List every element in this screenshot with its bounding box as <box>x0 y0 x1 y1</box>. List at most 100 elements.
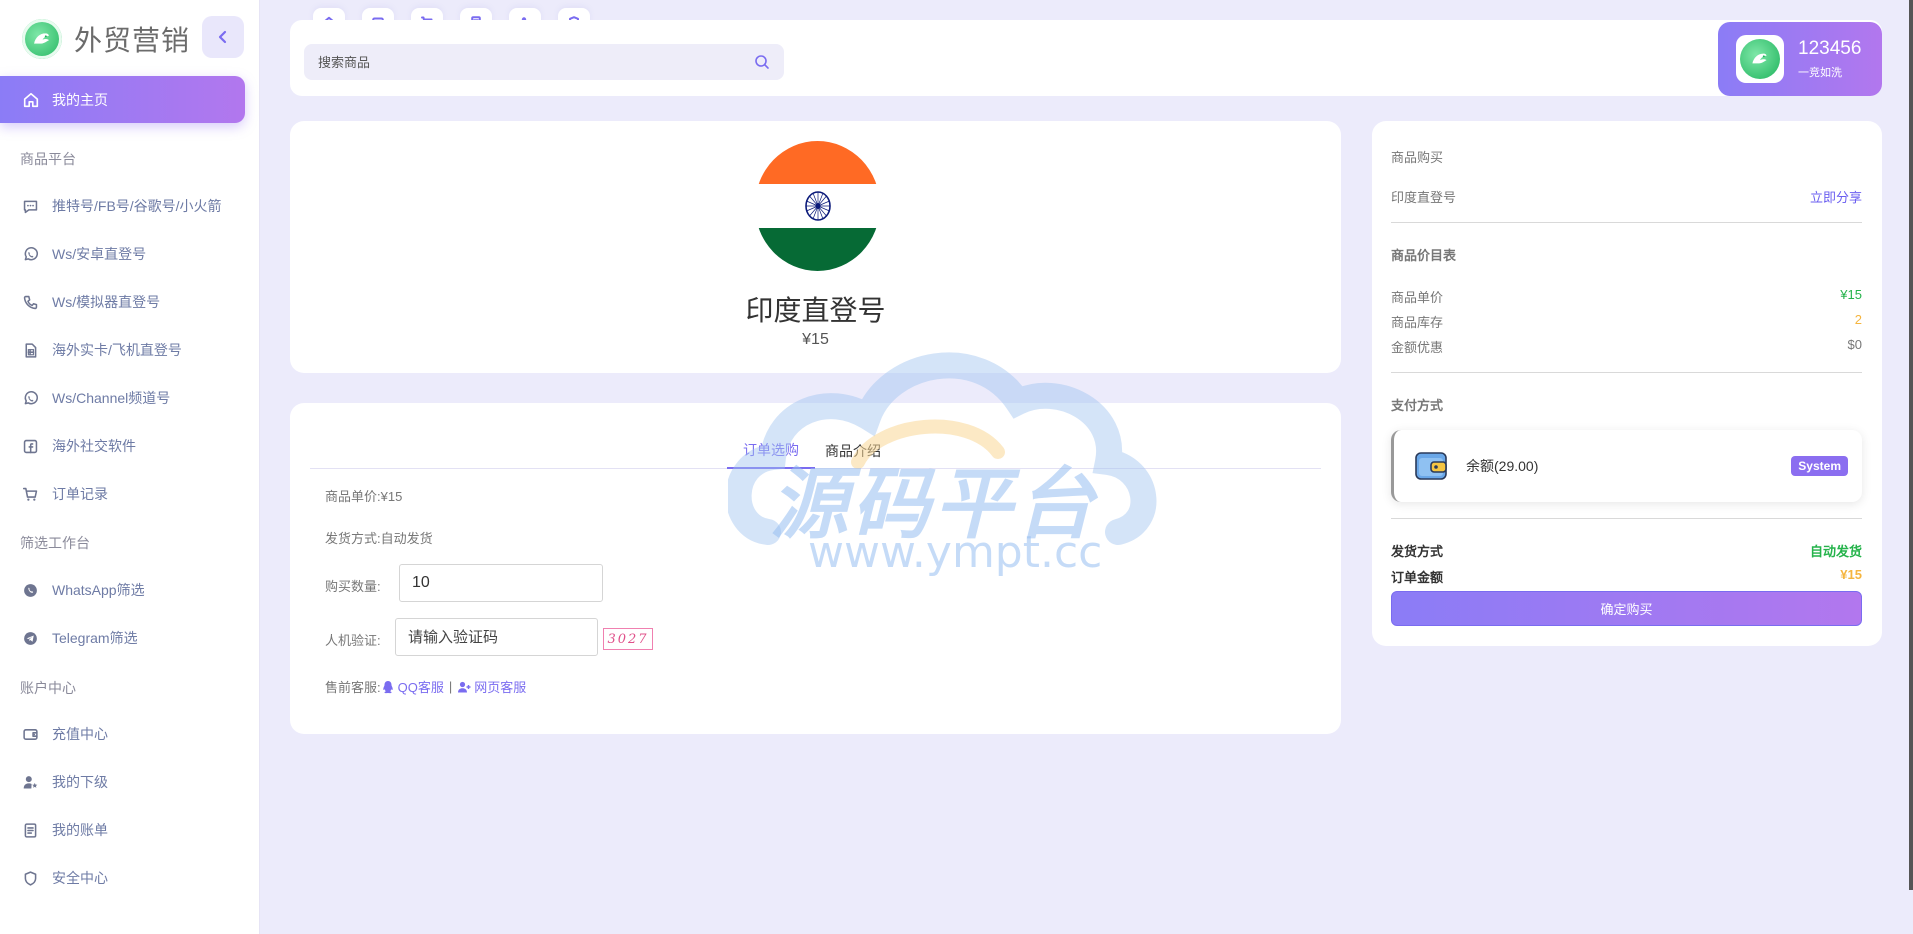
sidebar-item-home[interactable]: 我的主页 <box>0 76 245 123</box>
product-price: ¥15 <box>802 331 829 348</box>
tab-product-intro[interactable]: 商品介绍 <box>816 433 890 469</box>
sidebar-item-ws-channel[interactable]: Ws/Channel频道号 <box>0 378 245 418</box>
india-flag-icon <box>755 141 880 271</box>
unit-price-value: ¥15 <box>380 489 403 504</box>
web-support-link[interactable]: 网页客服 <box>457 677 526 696</box>
nav-section-title: 账户中心 <box>20 680 76 696</box>
user-plus-icon <box>458 681 471 692</box>
brand-logo-icon <box>22 19 62 59</box>
user-profile-card[interactable]: 123456 一竞如洗 <box>1718 22 1882 96</box>
sim-card-icon <box>25 342 37 358</box>
search-icon[interactable] <box>754 54 770 70</box>
sidebar-item-whatsapp-filter[interactable]: WhatsApp筛选 <box>0 570 245 610</box>
qq-support-link[interactable]: QQ客服 <box>381 677 444 696</box>
price-table-heading: 商品价目表 <box>1391 248 1457 263</box>
order-total-value: ¥15 <box>1840 567 1862 582</box>
captcha-image[interactable]: 3027 <box>603 628 653 650</box>
order-total-label: 订单金额 <box>1391 570 1444 585</box>
sidebar-item-subordinates[interactable]: 我的下级 <box>0 762 245 802</box>
unit-price-value: ¥15 <box>1840 287 1862 302</box>
sidebar-item-social-apps[interactable]: 海外社交软件 <box>0 426 245 466</box>
wallet-icon <box>1415 452 1447 480</box>
payment-option-balance[interactable]: 余额(29.00) System <box>1391 430 1862 502</box>
sidebar-item-label: 充值中心 <box>52 726 108 742</box>
tab-order-select[interactable]: 订单选购 <box>727 433 815 469</box>
flag-band-saffron <box>755 141 880 184</box>
user-info: 123456 一竞如洗 <box>1798 38 1861 80</box>
home-icon <box>23 92 39 107</box>
sidebar-item-recharge[interactable]: 充值中心 <box>0 714 245 754</box>
sidebar-item-orders[interactable]: 订单记录 <box>0 474 245 514</box>
sidebar-item-label: Ws/模拟器直登号 <box>52 294 161 310</box>
purchase-delivery-value: 自动发货 <box>1809 544 1862 559</box>
sidebar-item-bills[interactable]: 我的账单 <box>0 810 245 850</box>
order-tabs: 订单选购 商品介绍 <box>310 433 1321 469</box>
telegram-icon <box>24 631 37 645</box>
sidebar-item-ws-emulator[interactable]: Ws/模拟器直登号 <box>0 282 245 322</box>
sidebar-item-ws-android[interactable]: Ws/安卓直登号 <box>0 234 245 274</box>
qq-support-label: QQ客服 <box>397 680 444 695</box>
purchase-delivery-row: 发货方式 自动发货 <box>1391 541 1862 560</box>
sidebar-item-label: 我的下级 <box>52 774 108 790</box>
delivery-row: 发货方式:自动发货 <box>325 528 433 547</box>
share-link[interactable]: 立即分享 <box>1810 187 1862 206</box>
captcha-input[interactable] <box>395 618 598 656</box>
sidebar-item-label: 推特号/FB号/谷歌号/小火箭 <box>52 198 222 214</box>
brand[interactable]: 外贸营销 <box>22 18 190 60</box>
divider <box>1391 222 1862 223</box>
stock-row: 商品库存 2 <box>1391 312 1862 331</box>
flag-band-green <box>755 228 880 271</box>
search-box <box>304 44 784 80</box>
order-total-row: 订单金额 ¥15 <box>1391 567 1862 586</box>
shield-icon <box>24 870 37 886</box>
order-card: 订单选购 商品介绍 商品单价:¥15 发货方式:自动发货 购买数量: 人机验证:… <box>290 403 1341 734</box>
quantity-label: 购买数量: <box>325 579 381 594</box>
brand-name: 外贸营销 <box>74 25 191 56</box>
avatar-logo-icon <box>1740 39 1780 79</box>
discount-value: $0 <box>1847 337 1862 352</box>
whatsapp-icon <box>24 390 39 404</box>
divider <box>1391 518 1862 519</box>
product-header-card: 印度直登号 ¥15 <box>290 121 1341 373</box>
sidebar-item-label: 海外实卡/飞机直登号 <box>52 342 182 358</box>
sidebar-item-telegram-filter[interactable]: Telegram筛选 <box>0 618 245 658</box>
sidebar-item-label: 海外社交软件 <box>52 438 136 454</box>
sidebar-item-label: Ws/安卓直登号 <box>52 246 147 262</box>
purchase-delivery-label: 发货方式 <box>1391 544 1444 559</box>
collapse-sidebar-button[interactable] <box>202 16 244 58</box>
bill-icon <box>24 822 37 838</box>
quantity-input[interactable] <box>399 564 603 602</box>
sidebar-item-label: 安全中心 <box>52 870 108 886</box>
discount-label: 金额优惠 <box>1391 340 1444 355</box>
purchase-panel: 商品购买 印度直登号 立即分享 商品价目表 商品单价 ¥15 商品库存 2 金额… <box>1372 121 1882 646</box>
wallet-icon <box>23 728 38 740</box>
support-separator: | <box>448 679 453 694</box>
sidebar: 外贸营销 我的主页 商品平台 推特号/FB号/谷歌号/小火箭 Ws/安卓直登号 … <box>0 0 260 934</box>
chevron-left-icon <box>218 30 227 44</box>
avatar <box>1736 35 1784 83</box>
purchase-product-name: 印度直登号 <box>1391 190 1457 205</box>
cart-icon <box>22 487 38 501</box>
stock-value: 2 <box>1854 312 1862 327</box>
sidebar-item-label: Telegram筛选 <box>52 630 138 646</box>
web-support-label: 网页客服 <box>474 680 527 695</box>
unit-price-row: 商品单价 ¥15 <box>1391 287 1862 306</box>
nav-section-title: 商品平台 <box>20 151 76 167</box>
confirm-purchase-button[interactable]: 确定购买 <box>1391 591 1862 626</box>
unit-price-label: 商品单价 <box>1391 290 1444 305</box>
unit-price-row: 商品单价:¥15 <box>325 486 402 505</box>
presale-support: 售前客服: QQ客服 | 网页客服 <box>325 677 526 696</box>
purchase-heading: 商品购买 <box>1391 150 1444 165</box>
ashoka-chakra-icon <box>805 191 831 221</box>
payment-option-label: 余额(29.00) <box>1466 458 1539 474</box>
window-edge <box>1909 0 1913 890</box>
sidebar-item-social-accounts[interactable]: 推特号/FB号/谷歌号/小火箭 <box>0 186 245 226</box>
discount-row: 金额优惠 $0 <box>1391 337 1862 356</box>
sidebar-item-security[interactable]: 安全中心 <box>0 858 245 898</box>
stock-label: 商品库存 <box>1391 315 1444 330</box>
sidebar-item-sim-card[interactable]: 海外实卡/飞机直登号 <box>0 330 245 370</box>
search-input[interactable] <box>304 44 754 80</box>
delivery-label: 发货方式: <box>325 531 381 546</box>
sidebar-item-label: 我的账单 <box>52 822 108 838</box>
phone-icon <box>23 295 38 309</box>
